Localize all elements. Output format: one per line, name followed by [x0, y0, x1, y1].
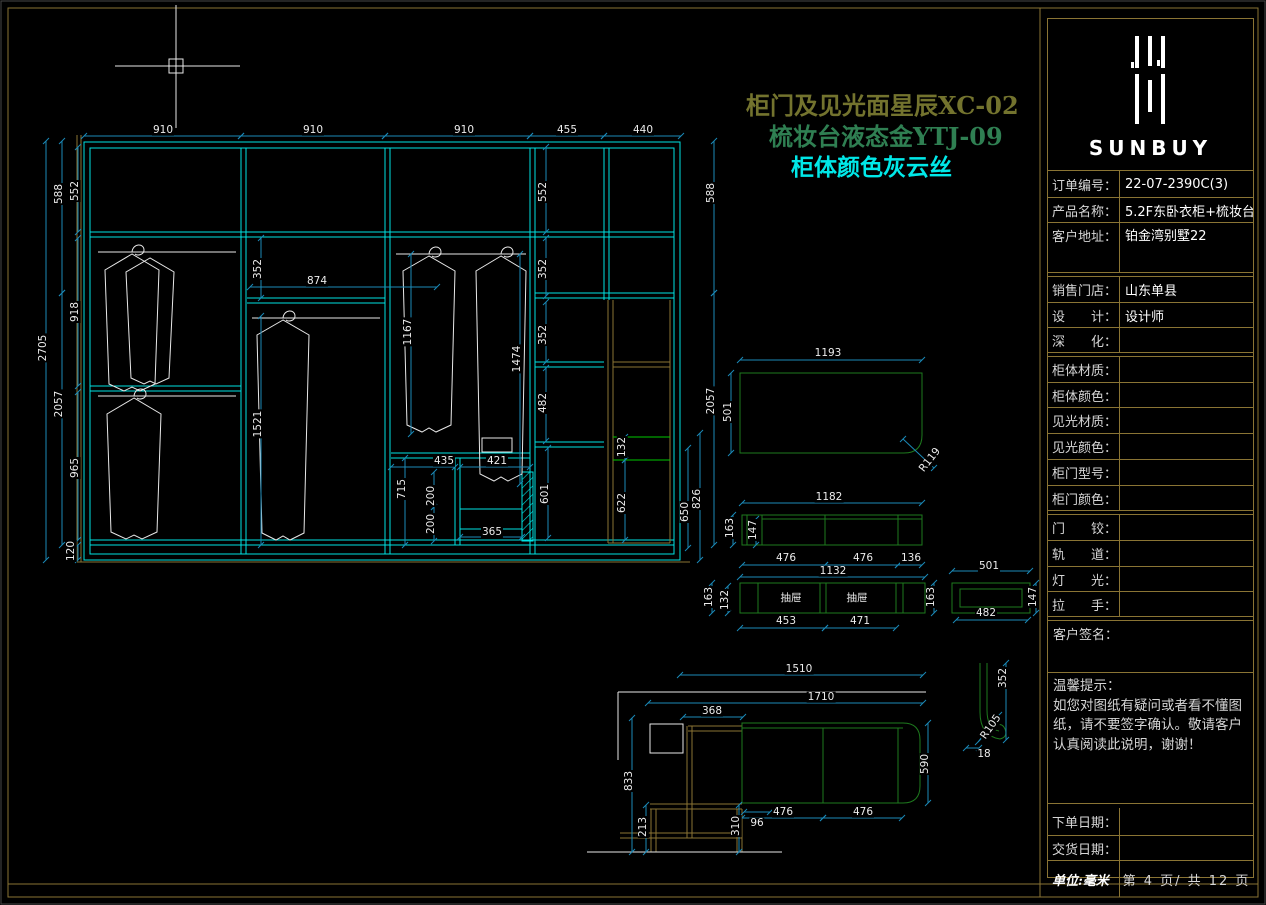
field-value: 设计师 — [1120, 306, 1253, 325]
cad-crosshair — [115, 5, 240, 128]
coat-silhouette — [476, 247, 526, 481]
field-value: 山东单县 — [1120, 280, 1253, 299]
title-block-row: 下单日期： — [1048, 808, 1253, 835]
title-block-row: 拉 手： — [1048, 591, 1253, 616]
title-block-row: 柜体材质： — [1048, 356, 1253, 382]
green-shelf-lines — [613, 437, 670, 460]
hanging-rods — [98, 252, 526, 396]
title-block: SUNBUY 订单编号：22-07-2390C(3)产品名称：5.2F东卧衣柜+… — [1047, 18, 1254, 878]
olive-structure — [77, 135, 742, 852]
title-block-row: 灯 光： — [1048, 566, 1253, 591]
field-label: 设 计： — [1048, 303, 1120, 327]
field-label: 订单编号： — [1048, 171, 1120, 197]
field-label: 见光材质： — [1048, 408, 1120, 433]
wall-lines — [587, 692, 926, 852]
title-block-row: 柜门型号： — [1048, 459, 1253, 485]
field-label: 柜门型号： — [1048, 460, 1120, 485]
field-label: 下单日期： — [1048, 808, 1120, 835]
coat-silhouette — [126, 258, 174, 384]
title-block-row: 柜体颜色： — [1048, 382, 1253, 407]
field-label: 客户地址： — [1048, 223, 1120, 272]
logo-cell: SUNBUY — [1048, 19, 1253, 171]
title-block-row: 见光颜色： — [1048, 433, 1253, 459]
dresser-details — [740, 373, 1030, 803]
cabinet-color-note: 柜体颜色灰云丝 — [791, 148, 952, 182]
field-label: 深 化： — [1048, 328, 1120, 352]
title-block-row: 门 铰： — [1048, 514, 1253, 540]
dresser-finish-note: 梳妆台液态金YTJ-09 — [769, 117, 1003, 152]
dimension-lines — [43, 133, 1039, 855]
field-label: 产品名称： — [1048, 198, 1120, 222]
title-block-row: 客户地址：铂金湾别墅22 — [1048, 222, 1253, 272]
title-block-row: 产品名称：5.2F东卧衣柜+梳妆台 — [1048, 197, 1253, 222]
title-block-row: 交货日期： — [1048, 835, 1253, 860]
title-block-rows: 订单编号：22-07-2390C(3)产品名称：5.2F东卧衣柜+梳妆台客户地址… — [1048, 171, 1253, 616]
title-block-row: 销售门店：山东单县 — [1048, 276, 1253, 302]
field-value: 22-07-2390C(3) — [1120, 177, 1253, 192]
field-label: 柜体颜色： — [1048, 383, 1120, 407]
hatch-panel — [522, 472, 533, 541]
field-label: 门 铰： — [1048, 515, 1120, 540]
door-finish-note: 柜门及见光面星辰XC-02 — [746, 86, 1019, 121]
field-value: 5.2F东卧衣柜+梳妆台 — [1120, 201, 1253, 220]
field-label: 柜门颜色： — [1048, 486, 1120, 510]
title-block-row: 订单编号：22-07-2390C(3) — [1048, 171, 1253, 197]
unit-label: 单位:毫米 — [1048, 861, 1120, 897]
logo-wordmark: SUNBUY — [1089, 136, 1212, 160]
page-indicator: 第 4 页/ 共 12 页 — [1120, 861, 1253, 897]
coat-silhouette — [105, 245, 159, 391]
title-block-row: 轨 道： — [1048, 540, 1253, 566]
title-block-row: 柜门颜色： — [1048, 485, 1253, 510]
field-label: 交货日期： — [1048, 836, 1120, 860]
coat-silhouette — [107, 389, 161, 539]
field-label: 灯 光： — [1048, 567, 1120, 591]
field-label: 见光颜色： — [1048, 434, 1120, 459]
cad-sheet: 9109109104554402705588205755291896512035… — [0, 0, 1266, 905]
notice-body: 如您对图纸有疑问或者看不懂图纸，请不要签字确认。敬请客户认真阅读此说明，谢谢！ — [1053, 697, 1249, 756]
title-block-row: 深 化： — [1048, 327, 1253, 352]
field-label: 拉 手： — [1048, 592, 1120, 616]
sunbuy-logo-icon — [1121, 36, 1181, 128]
date-rows: 下单日期：交货日期： — [1048, 808, 1253, 860]
field-value: 铂金湾别墅22 — [1120, 223, 1253, 244]
customer-signature-cell[interactable]: 客户签名： — [1048, 620, 1253, 672]
notice-cell: 温馨提示： 如您对图纸有疑问或者看不懂图纸，请不要签字确认。敬请客户认真阅读此说… — [1048, 672, 1253, 804]
signature-label: 客户签名： — [1053, 628, 1118, 643]
footer-row: 单位:毫米 第 4 页/ 共 12 页 — [1048, 860, 1253, 897]
field-label: 销售门店： — [1048, 277, 1120, 302]
field-label: 轨 道： — [1048, 541, 1120, 566]
title-block-row: 见光材质： — [1048, 407, 1253, 433]
notice-title: 温馨提示： — [1053, 677, 1249, 697]
wardrobe-elevation — [84, 142, 680, 560]
coat-silhouette — [257, 311, 309, 540]
title-block-row: 设 计：设计师 — [1048, 302, 1253, 327]
field-label: 柜体材质： — [1048, 357, 1120, 382]
